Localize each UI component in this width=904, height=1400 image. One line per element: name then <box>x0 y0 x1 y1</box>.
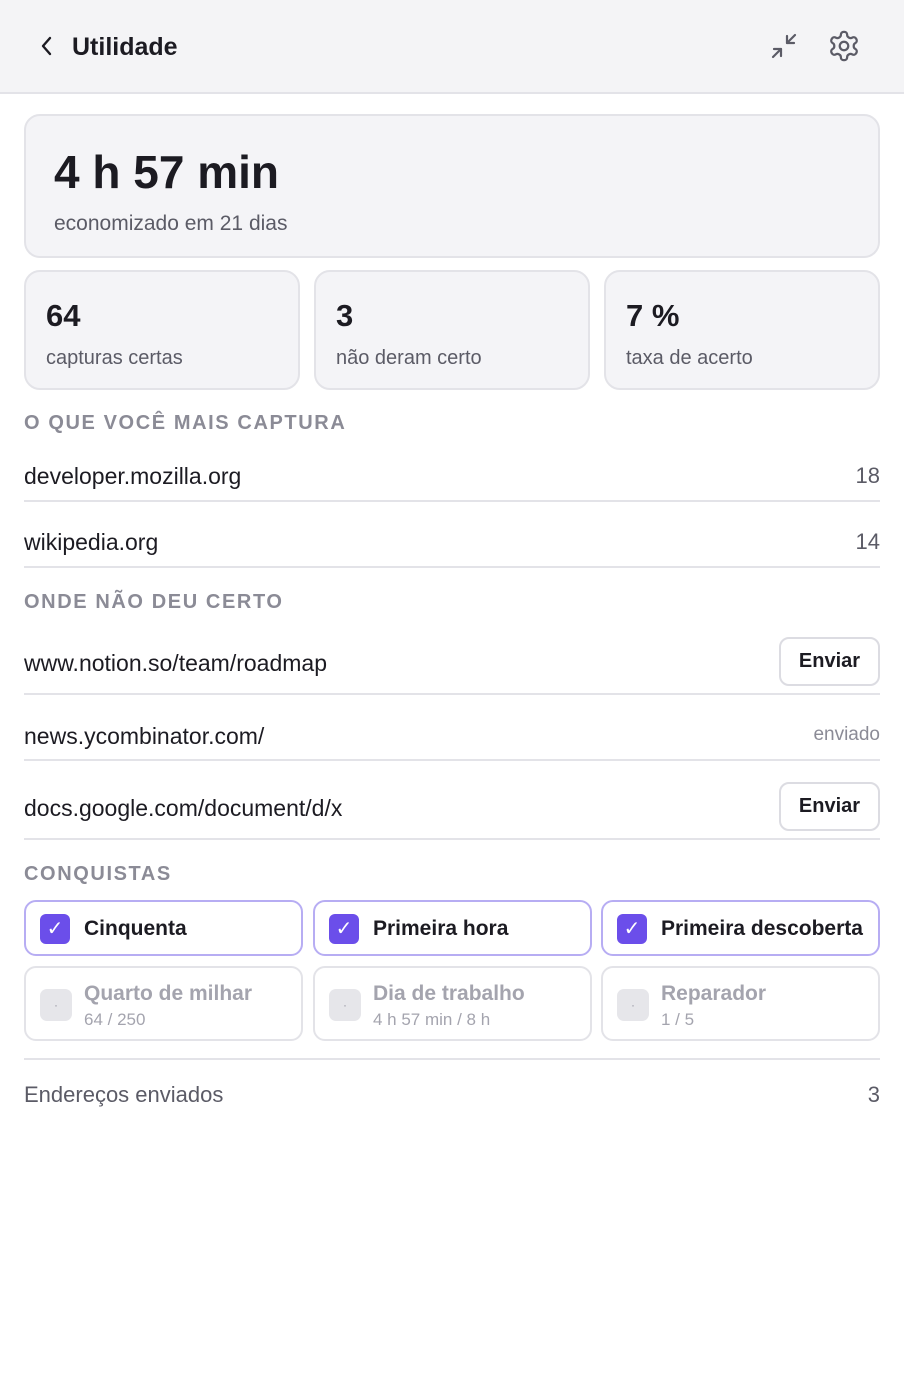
achievement-progress: 1 / 5 <box>661 1010 695 1029</box>
achievement-completed: ✓ Primeira hora <box>313 900 592 956</box>
header-bar: Utilidade <box>0 0 904 94</box>
checkbox-unchecked-icon: · <box>329 989 361 1021</box>
checkbox-unchecked-icon: · <box>617 989 649 1021</box>
domain-label: developer.mozilla.org <box>24 463 242 489</box>
section-title-achievements: CONQUISTAS <box>24 863 172 885</box>
chevron-left-icon <box>41 36 52 56</box>
time-saved-value: 4 h 57 min <box>54 146 279 198</box>
back-button[interactable] <box>34 32 60 60</box>
settings-button[interactable] <box>824 26 864 66</box>
achievement-name: Dia de trabalho <box>373 982 525 1005</box>
list-item[interactable]: developer.mozilla.org 18 <box>24 452 880 502</box>
stat-label: não deram certo <box>336 347 482 369</box>
stat-value: 7 % <box>626 298 680 333</box>
achievement-progress: 64 / 250 <box>84 1010 146 1029</box>
section-title-failures: ONDE NÃO DEU CERTO <box>24 591 284 613</box>
list-item[interactable]: wikipedia.org 14 <box>24 518 880 568</box>
checkbox-checked-icon: ✓ <box>40 914 70 944</box>
send-button[interactable]: Enviar <box>779 782 880 831</box>
stat-card-failed: 3 não deram certo <box>314 270 590 390</box>
stat-value: 3 <box>336 298 354 333</box>
stat-label: capturas certas <box>46 347 183 369</box>
stat-card-successful: 64 capturas certas <box>24 270 300 390</box>
achievement-progress: 4 h 57 min / 8 h <box>373 1010 491 1029</box>
list-item: docs.google.com/document/d/x Enviar <box>24 773 880 840</box>
achievement-name: Primeira hora <box>373 917 509 940</box>
achievement-completed: ✓ Cinquenta <box>24 900 303 956</box>
domain-label: wikipedia.org <box>24 529 159 555</box>
failed-url: docs.google.com/document/d/x <box>24 795 343 821</box>
collapse-button[interactable] <box>764 26 804 66</box>
divider <box>24 1058 880 1060</box>
collapse-arrows-icon <box>771 33 797 59</box>
checkbox-checked-icon: ✓ <box>617 914 647 944</box>
achievement-pending: · Quarto de milhar 64 / 250 <box>24 966 303 1041</box>
list-item: news.ycombinator.com/ enviado <box>24 710 880 761</box>
page-title: Utilidade <box>72 33 178 61</box>
sent-status: enviado <box>813 724 880 745</box>
time-saved-card: 4 h 57 min economizado em 21 dias <box>24 114 880 258</box>
achievement-pending: · Reparador 1 / 5 <box>601 966 880 1041</box>
failed-url: news.ycombinator.com/ <box>24 723 265 749</box>
checkbox-unchecked-icon: · <box>40 989 72 1021</box>
sent-addresses-label: Endereços enviados <box>24 1082 224 1107</box>
achievement-name: Quarto de milhar <box>84 982 253 1005</box>
achievement-name: Primeira descoberta <box>661 917 863 940</box>
sent-addresses-count: 3 <box>867 1082 880 1107</box>
stat-value: 64 <box>46 298 81 333</box>
capture-count: 14 <box>855 529 880 554</box>
achievement-pending: · Dia de trabalho 4 h 57 min / 8 h <box>313 966 592 1041</box>
achievement-completed: ✓ Primeira descoberta <box>601 900 880 956</box>
capture-count: 18 <box>855 463 880 488</box>
list-item: www.notion.so/team/roadmap Enviar <box>24 628 880 695</box>
stat-label: taxa de acerto <box>626 347 753 369</box>
achievement-name: Cinquenta <box>84 917 187 940</box>
achievement-name: Reparador <box>661 982 767 1005</box>
stat-card-hit-rate: 7 % taxa de acerto <box>604 270 880 390</box>
gear-icon <box>830 30 858 62</box>
section-title-top-captured: O QUE VOCÊ MAIS CAPTURA <box>24 412 347 434</box>
failed-url: www.notion.so/team/roadmap <box>24 650 327 676</box>
checkbox-checked-icon: ✓ <box>329 914 359 944</box>
time-saved-caption: economizado em 21 dias <box>54 212 288 235</box>
send-button[interactable]: Enviar <box>779 637 880 686</box>
